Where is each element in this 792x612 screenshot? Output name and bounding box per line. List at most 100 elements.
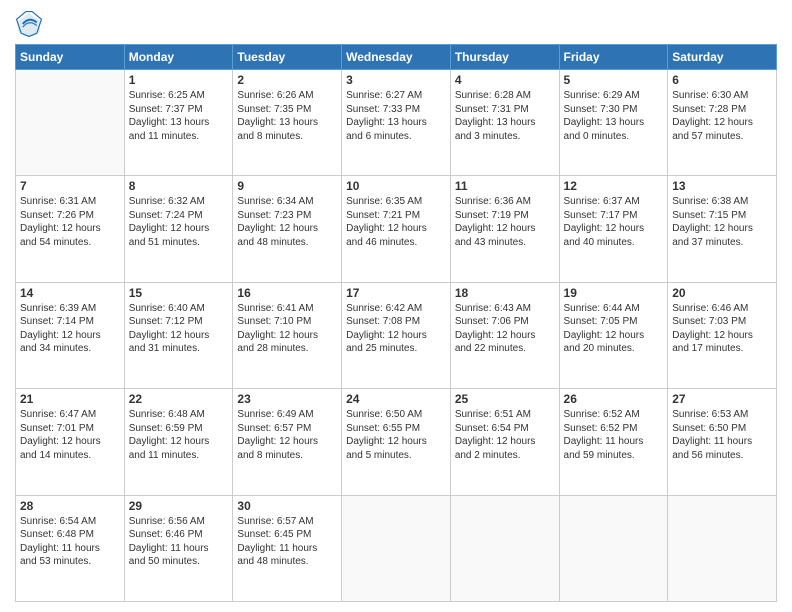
day-info: Sunrise: 6:50 AM Sunset: 6:55 PM Dayligh… bbox=[346, 408, 446, 462]
day-cell bbox=[450, 495, 559, 601]
day-info: Sunrise: 6:43 AM Sunset: 7:06 PM Dayligh… bbox=[455, 302, 555, 356]
day-number: 26 bbox=[564, 392, 664, 406]
day-number: 10 bbox=[346, 179, 446, 193]
day-cell bbox=[559, 495, 668, 601]
day-cell: 6 Sunrise: 6:30 AM Sunset: 7:28 PM Daylig… bbox=[668, 70, 777, 176]
day-info: Sunrise: 6:28 AM Sunset: 7:31 PM Dayligh… bbox=[455, 89, 555, 143]
day-info: Sunrise: 6:37 AM Sunset: 7:17 PM Dayligh… bbox=[564, 195, 664, 249]
day-number: 21 bbox=[20, 392, 120, 406]
day-info: Sunrise: 6:57 AM Sunset: 6:45 PM Dayligh… bbox=[237, 515, 337, 569]
day-number: 25 bbox=[455, 392, 555, 406]
logo-icon bbox=[15, 10, 43, 38]
logo bbox=[15, 10, 47, 38]
day-cell: 16 Sunrise: 6:41 AM Sunset: 7:10 PM Dayli… bbox=[233, 282, 342, 388]
day-number: 9 bbox=[237, 179, 337, 193]
day-info: Sunrise: 6:29 AM Sunset: 7:30 PM Dayligh… bbox=[564, 89, 664, 143]
day-cell: 18 Sunrise: 6:43 AM Sunset: 7:06 PM Dayli… bbox=[450, 282, 559, 388]
day-cell: 4 Sunrise: 6:28 AM Sunset: 7:31 PM Daylig… bbox=[450, 70, 559, 176]
header bbox=[15, 10, 777, 38]
day-info: Sunrise: 6:39 AM Sunset: 7:14 PM Dayligh… bbox=[20, 302, 120, 356]
day-cell: 30 Sunrise: 6:57 AM Sunset: 6:45 PM Dayli… bbox=[233, 495, 342, 601]
day-number: 1 bbox=[129, 73, 229, 87]
day-cell: 25 Sunrise: 6:51 AM Sunset: 6:54 PM Dayli… bbox=[450, 389, 559, 495]
day-number: 5 bbox=[564, 73, 664, 87]
day-cell: 2Sunrise: 6:26 AM Sunset: 7:35 PM Daylig… bbox=[233, 70, 342, 176]
day-cell: 8 Sunrise: 6:32 AM Sunset: 7:24 PM Daylig… bbox=[124, 176, 233, 282]
day-cell bbox=[342, 495, 451, 601]
day-info: Sunrise: 6:54 AM Sunset: 6:48 PM Dayligh… bbox=[20, 515, 120, 569]
weekday-saturday: Saturday bbox=[668, 45, 777, 70]
day-info: Sunrise: 6:47 AM Sunset: 7:01 PM Dayligh… bbox=[20, 408, 120, 462]
day-cell: 7Sunrise: 6:31 AM Sunset: 7:26 PM Daylig… bbox=[16, 176, 125, 282]
calendar-table: SundayMondayTuesdayWednesdayThursdayFrid… bbox=[15, 44, 777, 602]
day-info: Sunrise: 6:27 AM Sunset: 7:33 PM Dayligh… bbox=[346, 89, 446, 143]
day-number: 8 bbox=[129, 179, 229, 193]
day-info: Sunrise: 6:53 AM Sunset: 6:50 PM Dayligh… bbox=[672, 408, 772, 462]
day-cell: 26 Sunrise: 6:52 AM Sunset: 6:52 PM Dayli… bbox=[559, 389, 668, 495]
weekday-sunday: Sunday bbox=[16, 45, 125, 70]
weekday-thursday: Thursday bbox=[450, 45, 559, 70]
weekday-wednesday: Wednesday bbox=[342, 45, 451, 70]
day-info: Sunrise: 6:42 AM Sunset: 7:08 PM Dayligh… bbox=[346, 302, 446, 356]
day-cell: 29 Sunrise: 6:56 AM Sunset: 6:46 PM Dayli… bbox=[124, 495, 233, 601]
day-cell: 24Sunrise: 6:50 AM Sunset: 6:55 PM Dayli… bbox=[342, 389, 451, 495]
day-number: 22 bbox=[129, 392, 229, 406]
day-cell: 12 Sunrise: 6:37 AM Sunset: 7:17 PM Dayli… bbox=[559, 176, 668, 282]
day-cell bbox=[16, 70, 125, 176]
day-cell: 21 Sunrise: 6:47 AM Sunset: 7:01 PM Dayli… bbox=[16, 389, 125, 495]
week-row-1: 1 Sunrise: 6:25 AM Sunset: 7:37 PM Daylig… bbox=[16, 70, 777, 176]
day-cell: 19 Sunrise: 6:44 AM Sunset: 7:05 PM Dayli… bbox=[559, 282, 668, 388]
day-cell: 9 Sunrise: 6:34 AM Sunset: 7:23 PM Daylig… bbox=[233, 176, 342, 282]
day-number: 15 bbox=[129, 286, 229, 300]
day-cell: 3Sunrise: 6:27 AM Sunset: 7:33 PM Daylig… bbox=[342, 70, 451, 176]
day-info: Sunrise: 6:52 AM Sunset: 6:52 PM Dayligh… bbox=[564, 408, 664, 462]
day-info: Sunrise: 6:48 AM Sunset: 6:59 PM Dayligh… bbox=[129, 408, 229, 462]
day-info: Sunrise: 6:34 AM Sunset: 7:23 PM Dayligh… bbox=[237, 195, 337, 249]
day-info: Sunrise: 6:30 AM Sunset: 7:28 PM Dayligh… bbox=[672, 89, 772, 143]
day-cell: 17 Sunrise: 6:42 AM Sunset: 7:08 PM Dayli… bbox=[342, 282, 451, 388]
day-cell: 15 Sunrise: 6:40 AM Sunset: 7:12 PM Dayli… bbox=[124, 282, 233, 388]
week-row-4: 21 Sunrise: 6:47 AM Sunset: 7:01 PM Dayli… bbox=[16, 389, 777, 495]
day-number: 16 bbox=[237, 286, 337, 300]
weekday-header-row: SundayMondayTuesdayWednesdayThursdayFrid… bbox=[16, 45, 777, 70]
day-number: 7 bbox=[20, 179, 120, 193]
day-number: 12 bbox=[564, 179, 664, 193]
day-number: 17 bbox=[346, 286, 446, 300]
week-row-2: 7Sunrise: 6:31 AM Sunset: 7:26 PM Daylig… bbox=[16, 176, 777, 282]
day-cell: 11 Sunrise: 6:36 AM Sunset: 7:19 PM Dayli… bbox=[450, 176, 559, 282]
day-info: Sunrise: 6:40 AM Sunset: 7:12 PM Dayligh… bbox=[129, 302, 229, 356]
day-number: 4 bbox=[455, 73, 555, 87]
day-cell: 5 Sunrise: 6:29 AM Sunset: 7:30 PM Daylig… bbox=[559, 70, 668, 176]
day-cell: 14Sunrise: 6:39 AM Sunset: 7:14 PM Dayli… bbox=[16, 282, 125, 388]
day-cell: 28Sunrise: 6:54 AM Sunset: 6:48 PM Dayli… bbox=[16, 495, 125, 601]
day-number: 20 bbox=[672, 286, 772, 300]
day-number: 29 bbox=[129, 499, 229, 513]
day-info: Sunrise: 6:38 AM Sunset: 7:15 PM Dayligh… bbox=[672, 195, 772, 249]
day-info: Sunrise: 6:51 AM Sunset: 6:54 PM Dayligh… bbox=[455, 408, 555, 462]
weekday-friday: Friday bbox=[559, 45, 668, 70]
day-number: 19 bbox=[564, 286, 664, 300]
week-row-3: 14Sunrise: 6:39 AM Sunset: 7:14 PM Dayli… bbox=[16, 282, 777, 388]
day-cell: 27 Sunrise: 6:53 AM Sunset: 6:50 PM Dayli… bbox=[668, 389, 777, 495]
day-info: Sunrise: 6:46 AM Sunset: 7:03 PM Dayligh… bbox=[672, 302, 772, 356]
day-number: 6 bbox=[672, 73, 772, 87]
day-info: Sunrise: 6:41 AM Sunset: 7:10 PM Dayligh… bbox=[237, 302, 337, 356]
day-number: 18 bbox=[455, 286, 555, 300]
day-info: Sunrise: 6:44 AM Sunset: 7:05 PM Dayligh… bbox=[564, 302, 664, 356]
day-number: 2 bbox=[237, 73, 337, 87]
day-cell: 1 Sunrise: 6:25 AM Sunset: 7:37 PM Daylig… bbox=[124, 70, 233, 176]
day-cell bbox=[668, 495, 777, 601]
day-number: 30 bbox=[237, 499, 337, 513]
day-info: Sunrise: 6:32 AM Sunset: 7:24 PM Dayligh… bbox=[129, 195, 229, 249]
day-cell: 23Sunrise: 6:49 AM Sunset: 6:57 PM Dayli… bbox=[233, 389, 342, 495]
day-number: 27 bbox=[672, 392, 772, 406]
day-info: Sunrise: 6:36 AM Sunset: 7:19 PM Dayligh… bbox=[455, 195, 555, 249]
day-number: 13 bbox=[672, 179, 772, 193]
day-cell: 22 Sunrise: 6:48 AM Sunset: 6:59 PM Dayli… bbox=[124, 389, 233, 495]
weekday-monday: Monday bbox=[124, 45, 233, 70]
day-number: 11 bbox=[455, 179, 555, 193]
day-cell: 10 Sunrise: 6:35 AM Sunset: 7:21 PM Dayli… bbox=[342, 176, 451, 282]
day-info: Sunrise: 6:56 AM Sunset: 6:46 PM Dayligh… bbox=[129, 515, 229, 569]
day-info: Sunrise: 6:35 AM Sunset: 7:21 PM Dayligh… bbox=[346, 195, 446, 249]
day-info: Sunrise: 6:25 AM Sunset: 7:37 PM Dayligh… bbox=[129, 89, 229, 143]
